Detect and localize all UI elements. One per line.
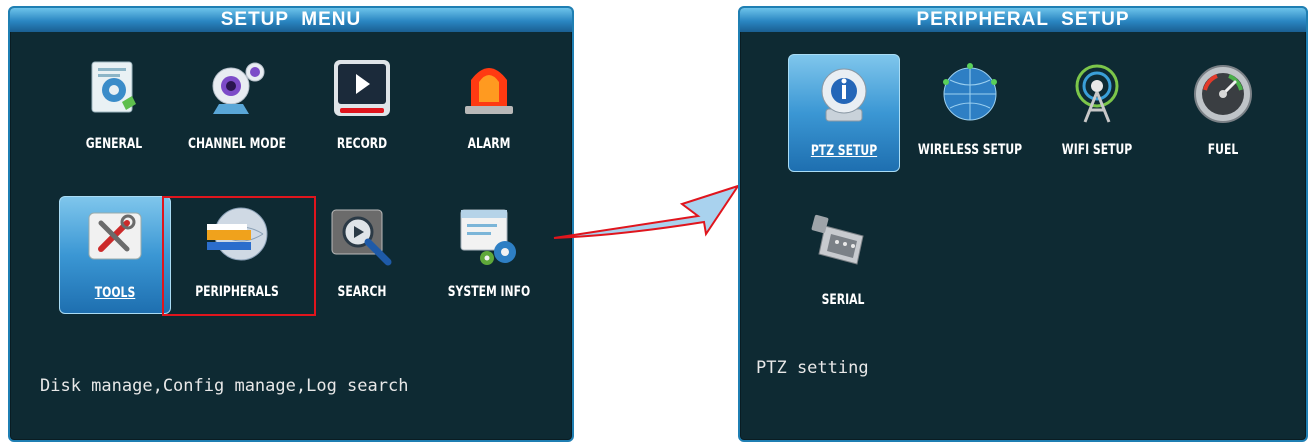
menu-item-label: WIFI SETUP (1061, 142, 1133, 158)
menu-item-alarm[interactable]: ALARM (434, 48, 544, 164)
status-text: Disk manage,Config manage,Log search (40, 376, 409, 396)
menu-item-fuel[interactable]: FUEL (1168, 54, 1278, 170)
tools-icon (88, 212, 142, 260)
menu-item-system-info[interactable]: SYSTEM INFO (434, 196, 544, 312)
play-record-icon (334, 60, 390, 116)
menu-item-label: SERIAL (821, 292, 865, 308)
menu-item-label: SYSTEM INFO (447, 284, 531, 300)
fuel-gauge-icon (1194, 65, 1252, 123)
setup-menu-panel: SETUP MENU GENERAL CHANNEL MODE RECORD A… (8, 6, 574, 442)
peripheral-setup-title: PERIPHERAL SETUP (740, 8, 1306, 32)
menu-item-label: SEARCH (337, 284, 387, 300)
arrow-connector (553, 184, 741, 239)
peripheral-setup-panel: PERIPHERAL SETUP PTZ SETUP WIRELESS SETU… (738, 6, 1308, 442)
menu-item-tools[interactable]: TOOLS (59, 196, 171, 314)
menu-item-label: PTZ SETUP (810, 143, 878, 159)
setup-menu-title: SETUP MENU (10, 8, 572, 32)
menu-item-search[interactable]: SEARCH (307, 196, 417, 312)
webcam-icon (212, 62, 265, 114)
menu-item-ptz-setup[interactable]: PTZ SETUP (788, 54, 900, 172)
menu-item-label: WIRELESS SETUP (917, 142, 1023, 158)
menu-item-wireless-setup[interactable]: WIRELESS SETUP (915, 54, 1025, 170)
search-film-icon (331, 209, 392, 266)
menu-item-label: GENERAL (85, 136, 143, 152)
menu-item-serial[interactable]: SERIAL (788, 204, 898, 320)
serial-connector-icon (811, 214, 864, 265)
window-gears-icon (460, 209, 516, 265)
menu-item-label: ALARM (467, 136, 511, 152)
peripherals-highlight-box (162, 196, 316, 316)
siren-icon (465, 68, 513, 114)
menu-item-label: TOOLS (94, 285, 136, 301)
status-text: PTZ setting (756, 358, 869, 378)
menu-item-label: FUEL (1207, 142, 1239, 158)
menu-item-wifi-setup[interactable]: WIFI SETUP (1042, 54, 1152, 170)
ptz-camera-icon (821, 68, 867, 122)
menu-item-channel-mode[interactable]: CHANNEL MODE (182, 48, 292, 164)
menu-item-general[interactable]: GENERAL (59, 48, 169, 164)
menu-item-label: CHANNEL MODE (188, 136, 286, 152)
menu-item-record[interactable]: RECORD (307, 48, 417, 164)
wireless-globe-icon (943, 63, 997, 121)
wifi-tower-icon (1075, 64, 1119, 123)
document-gear-icon (91, 61, 136, 113)
menu-item-label: RECORD (336, 136, 388, 152)
